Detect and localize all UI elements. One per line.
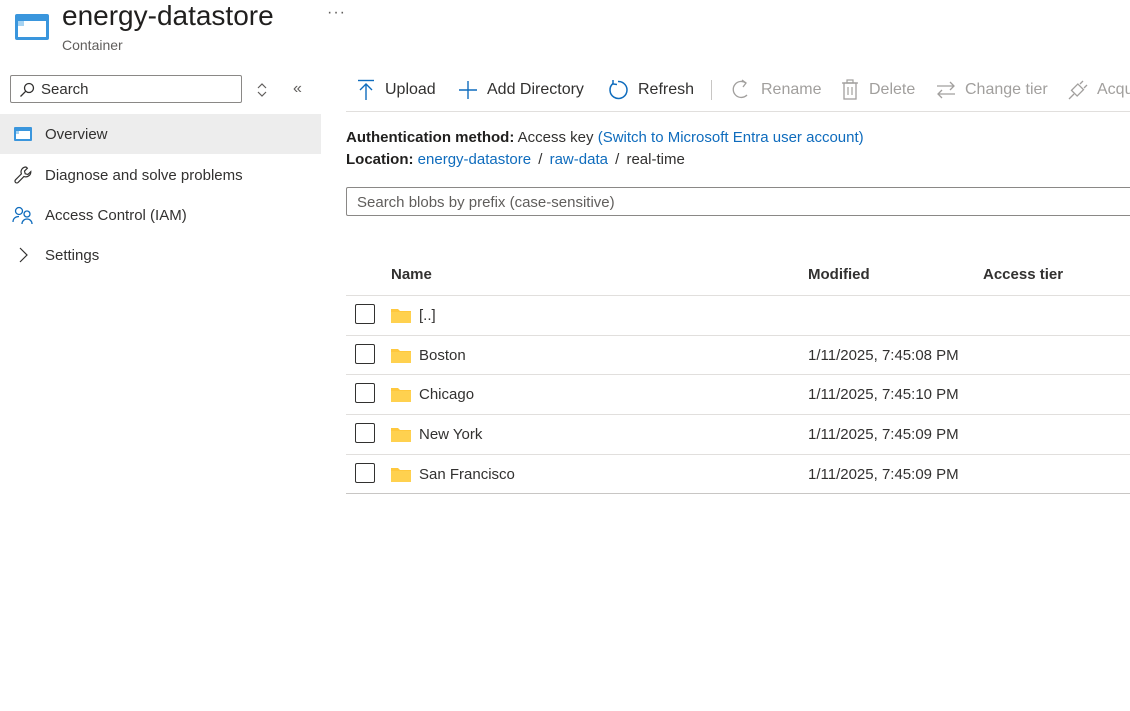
sidebar-item-label: Settings (45, 246, 100, 264)
change-tier-label: Change tier (965, 81, 1048, 98)
delete-label: Delete (869, 81, 916, 98)
row-checkbox[interactable] (355, 304, 375, 324)
auth-method-line: Authentication method: Access key (Switc… (346, 129, 864, 146)
up-down-icon[interactable] (256, 80, 272, 100)
sidebar-item-label: Access Control (IAM) (45, 206, 187, 224)
blob-search-box[interactable] (346, 187, 1130, 216)
sidebar-item-overview[interactable]: Overview (0, 114, 321, 154)
row-checkbox[interactable] (355, 423, 375, 443)
folder-icon (391, 426, 411, 447)
row-checkbox[interactable] (355, 383, 375, 403)
refresh-icon (607, 79, 629, 101)
row-name[interactable]: Boston (419, 347, 466, 364)
row-name[interactable]: [..] (419, 307, 436, 324)
switch-auth-link[interactable]: (Switch to Microsoft Entra user account) (598, 129, 864, 146)
sidebar-search-input[interactable] (41, 79, 237, 99)
refresh-label: Refresh (638, 81, 695, 98)
upload-button[interactable]: Upload (356, 78, 436, 102)
folder-icon (391, 347, 411, 368)
trash-icon (840, 79, 860, 101)
refresh-button[interactable]: Refresh (607, 78, 694, 102)
auth-method-label: Authentication method: (346, 129, 515, 146)
collapse-sidebar-button[interactable]: « (293, 80, 309, 100)
rename-button[interactable]: Rename (732, 78, 821, 102)
column-header-access-tier[interactable]: Access tier (983, 266, 1063, 283)
row-checkbox[interactable] (355, 463, 375, 483)
table-row[interactable]: Chicago 1/11/2025, 7:45:10 PM (346, 374, 1130, 413)
sidebar-item-settings[interactable]: Settings (0, 235, 321, 275)
container-icon (0, 127, 45, 141)
page-title: energy-datastore (62, 0, 274, 31)
row-checkbox[interactable] (355, 344, 375, 364)
change-tier-button[interactable]: Change tier (936, 78, 1048, 102)
search-icon (20, 82, 35, 97)
more-options-button[interactable]: ··· (327, 4, 346, 22)
chevron-right-icon (0, 247, 45, 263)
column-header-name[interactable]: Name (391, 266, 432, 283)
acquire-lease-button[interactable]: Acqu (1068, 78, 1130, 102)
sidebar-item-access-control[interactable]: Access Control (IAM) (0, 195, 321, 235)
sidebar-item-diagnose[interactable]: Diagnose and solve problems (0, 155, 321, 195)
rename-icon (732, 79, 752, 101)
add-directory-button[interactable]: Add Directory (458, 78, 584, 102)
breadcrumb-separator: / (538, 151, 543, 168)
wrench-icon (0, 165, 45, 185)
row-modified: 1/11/2025, 7:45:09 PM (808, 426, 959, 443)
location-label: Location: (346, 151, 414, 168)
row-modified: 1/11/2025, 7:45:10 PM (808, 386, 959, 403)
toolbar-underline (346, 111, 1130, 112)
breadcrumb-separator: / (615, 151, 620, 168)
container-icon (15, 14, 49, 40)
upload-icon (356, 79, 376, 101)
row-name[interactable]: Chicago (419, 386, 474, 403)
row-name[interactable]: New York (419, 426, 482, 443)
blob-search-input[interactable] (357, 192, 1117, 212)
table-row[interactable]: San Francisco 1/11/2025, 7:45:09 PM (346, 454, 1130, 494)
acquire-lease-label: Acqu (1097, 81, 1130, 98)
delete-button[interactable]: Delete (840, 78, 915, 102)
row-modified: 1/11/2025, 7:45:08 PM (808, 347, 959, 364)
row-modified: 1/11/2025, 7:45:09 PM (808, 466, 959, 483)
breadcrumb-folder[interactable]: raw-data (550, 151, 608, 168)
add-directory-label: Add Directory (487, 81, 584, 98)
folder-icon (391, 307, 411, 328)
sidebar-item-label: Diagnose and solve problems (45, 166, 243, 184)
folder-icon (391, 386, 411, 407)
breadcrumb: Location: energy-datastore / raw-data / … (346, 151, 685, 168)
breadcrumb-storage-account[interactable]: energy-datastore (418, 151, 531, 168)
rename-label: Rename (761, 81, 822, 98)
table-row[interactable]: New York 1/11/2025, 7:45:09 PM (346, 414, 1130, 453)
breadcrumb-current: real-time (626, 151, 685, 168)
sidebar-search-box[interactable] (10, 75, 242, 103)
upload-label: Upload (385, 81, 436, 98)
toolbar-divider (711, 80, 712, 100)
row-name[interactable]: San Francisco (419, 466, 515, 483)
plug-icon (1068, 80, 1088, 100)
table-row[interactable]: Boston 1/11/2025, 7:45:08 PM (346, 335, 1130, 374)
folder-icon (391, 466, 411, 487)
column-header-modified[interactable]: Modified (808, 266, 870, 283)
plus-icon (458, 80, 478, 100)
table-row[interactable]: [..] (346, 295, 1130, 334)
page-subtitle: Container (62, 37, 123, 53)
sidebar-item-label: Overview (45, 125, 108, 143)
auth-method-value: Access key (517, 129, 594, 146)
swap-arrows-icon (936, 80, 956, 100)
people-icon (0, 205, 45, 225)
